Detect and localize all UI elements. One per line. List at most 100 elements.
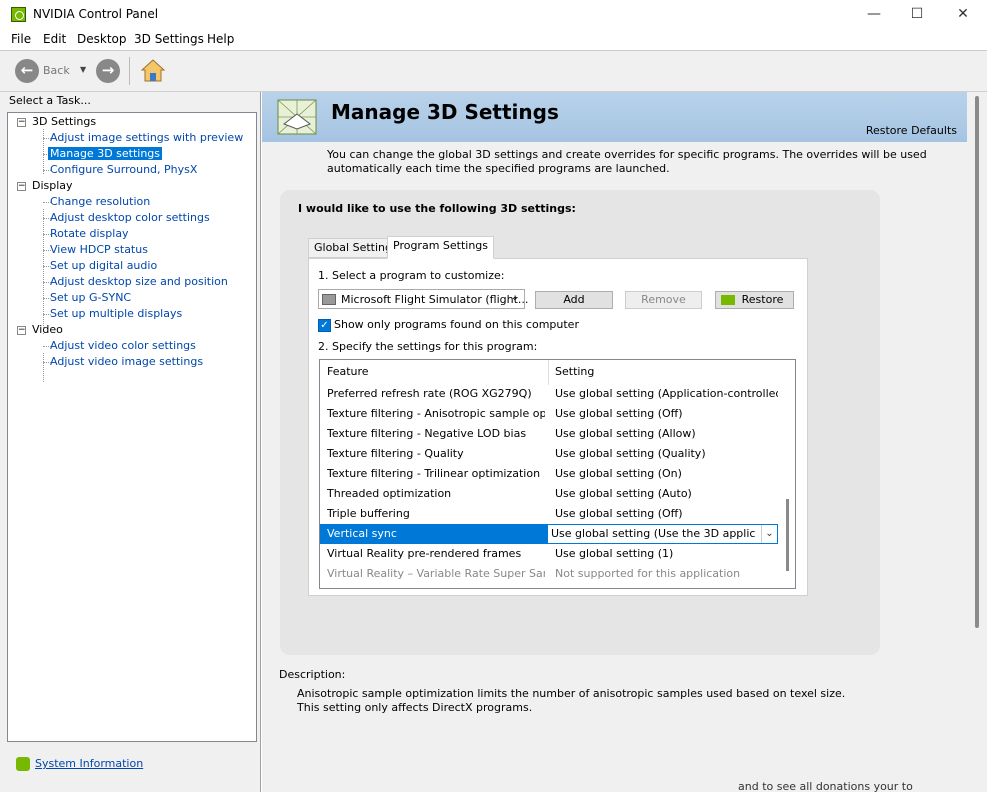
task-tree: − 3D Settings Adjust image settings with…	[7, 112, 257, 742]
setting-cell[interactable]: Use global setting (1)	[555, 547, 673, 560]
column-header-setting[interactable]: Setting	[555, 365, 594, 378]
restore-defaults-link[interactable]: Restore Defaults	[866, 124, 957, 137]
menu-edit[interactable]: Edit	[43, 32, 66, 46]
minimize-button[interactable]: —	[851, 0, 897, 29]
tree-node-video[interactable]: Video	[32, 323, 63, 336]
specify-settings-label: 2. Specify the settings for this program…	[318, 340, 538, 353]
back-arrow-icon[interactable]: ←	[15, 59, 39, 83]
select-program-label: 1. Select a program to customize:	[318, 269, 505, 282]
feature-cell: Preferred refresh rate (ROG XG279Q)	[327, 387, 532, 400]
add-button[interactable]: Add	[535, 291, 613, 309]
tree-node-display[interactable]: Display	[32, 179, 73, 192]
menu-3d-settings[interactable]: 3D Settings	[134, 32, 204, 46]
setting-cell[interactable]: Use global setting (Off)	[555, 507, 683, 520]
description-label: Description:	[279, 668, 346, 681]
menu-file[interactable]: File	[11, 32, 31, 46]
collapse-icon[interactable]: −	[17, 182, 26, 191]
show-only-programs-checkbox[interactable]: ✓	[318, 319, 331, 332]
column-divider	[548, 360, 549, 385]
main-scrollbar[interactable]	[967, 92, 987, 792]
task-adjust-desktop-color[interactable]: Adjust desktop color settings	[50, 211, 210, 224]
scrollbar-thumb[interactable]	[975, 96, 979, 628]
setting-cell[interactable]: Use global setting (Off)	[555, 407, 683, 420]
settings-heading: I would like to use the following 3D set…	[298, 202, 576, 215]
setting-cell[interactable]: Use global setting (Auto)	[555, 487, 692, 500]
collapse-icon[interactable]: −	[17, 118, 26, 127]
home-icon[interactable]	[140, 58, 166, 84]
collapse-icon[interactable]: −	[17, 326, 26, 335]
table-row[interactable]: Virtual Reality pre-rendered frames Use g…	[320, 544, 778, 564]
setting-cell[interactable]: Use global setting (Quality)	[555, 447, 706, 460]
page-title: Manage 3D Settings	[331, 100, 559, 124]
task-set-up-digital-audio[interactable]: Set up digital audio	[50, 259, 157, 272]
nvidia-icon	[721, 295, 735, 305]
table-row[interactable]: Virtual Reality – Variable Rate Super Sa…	[320, 564, 778, 584]
task-adjust-image-settings[interactable]: Adjust image settings with preview	[50, 131, 243, 144]
task-rotate-display[interactable]: Rotate display	[50, 227, 129, 240]
setting-cell[interactable]: Use global setting (On)	[555, 467, 682, 480]
title-bar: NVIDIA Control Panel — ☐ ✕	[0, 0, 987, 29]
vertical-sync-dropdown[interactable]: Use global setting (Use the 3D applicati…	[547, 524, 778, 544]
task-adjust-video-color[interactable]: Adjust video color settings	[50, 339, 196, 352]
task-configure-surround[interactable]: Configure Surround, PhysX	[50, 163, 197, 176]
feature-cell: Threaded optimization	[327, 487, 452, 500]
select-task-label: Select a Task...	[9, 94, 91, 107]
menu-help[interactable]: Help	[207, 32, 234, 46]
tab-program-settings[interactable]: Program Settings	[387, 236, 495, 259]
tree-connector	[43, 209, 44, 334]
table-row[interactable]: Texture filtering - Trilinear optimizati…	[320, 464, 778, 484]
grid-scrollbar[interactable]	[778, 360, 795, 588]
task-adjust-video-image[interactable]: Adjust video image settings	[50, 355, 203, 368]
menu-desktop[interactable]: Desktop	[77, 32, 127, 46]
feature-cell: Texture filtering - Trilinear optimizati…	[327, 467, 541, 480]
back-button-label[interactable]: Back	[43, 64, 70, 77]
feature-cell: Texture filtering - Negative LOD bias	[327, 427, 527, 440]
table-row[interactable]: Preferred refresh rate (ROG XG279Q) Use g…	[320, 384, 787, 404]
table-row[interactable]: Texture filtering - Quality Use global se…	[320, 444, 778, 464]
feature-cell: Texture filtering - Quality	[327, 447, 464, 460]
table-row-selected[interactable]: Vertical sync Use global setting (Use th…	[320, 524, 778, 544]
task-change-resolution[interactable]: Change resolution	[50, 195, 150, 208]
program-icon	[322, 294, 336, 305]
history-dropdown-icon[interactable]: ▼	[80, 65, 86, 74]
page-header: Manage 3D Settings Restore Defaults	[262, 92, 967, 142]
vertical-sync-value: Use global setting (Use the 3D applicati…	[551, 527, 756, 540]
system-information-link[interactable]: System Information	[35, 757, 143, 770]
task-set-up-gsync[interactable]: Set up G-SYNC	[50, 291, 131, 304]
tree-node-3d-settings[interactable]: 3D Settings	[32, 115, 96, 128]
tree-connector	[43, 353, 44, 382]
table-row[interactable]: Triple buffering Use global setting (Off)	[320, 504, 778, 524]
forward-arrow-icon[interactable]: →	[96, 59, 120, 83]
description-text: Anisotropic sample optimization limits t…	[297, 687, 846, 714]
chevron-down-icon: ⌄	[510, 292, 519, 303]
column-header-feature[interactable]: Feature	[327, 365, 545, 378]
settings-grid: Feature Setting Preferred refresh rate (…	[319, 359, 796, 589]
table-row[interactable]: Texture filtering - Negative LOD bias Use…	[320, 424, 778, 444]
feature-cell: Triple buffering	[327, 507, 410, 520]
feature-cell: Virtual Reality – Variable Rate Super Sa…	[327, 567, 545, 580]
table-row[interactable]: Threaded optimization Use global setting …	[320, 484, 778, 504]
settings-panel: I would like to use the following 3D set…	[280, 190, 880, 655]
toolbar-divider	[129, 57, 130, 85]
close-button[interactable]: ✕	[940, 0, 986, 29]
main-content: Manage 3D Settings Restore Defaults You …	[262, 92, 987, 792]
feature-cell: Virtual Reality pre-rendered frames	[327, 547, 522, 560]
task-panel: Select a Task... − 3D Settings Adjust im…	[0, 92, 261, 792]
maximize-button[interactable]: ☐	[894, 0, 940, 29]
table-row[interactable]: Texture filtering - Anisotropic sample o…	[320, 404, 778, 424]
setting-cell: Not supported for this application	[555, 567, 741, 580]
task-adjust-desktop-size[interactable]: Adjust desktop size and position	[50, 275, 228, 288]
selected-program: Microsoft Flight Simulator (flight...	[341, 293, 529, 306]
task-view-hdcp-status[interactable]: View HDCP status	[50, 243, 148, 256]
remove-button[interactable]: Remove	[625, 291, 702, 309]
grid-scrollbar-thumb[interactable]	[786, 499, 789, 571]
setting-cell[interactable]: Use global setting (Application-controll…	[555, 387, 787, 400]
chevron-down-icon[interactable]: ⌄	[761, 525, 777, 543]
restore-button-label: Restore	[741, 293, 784, 306]
setting-cell[interactable]: Use global setting (Allow)	[555, 427, 696, 440]
restore-button[interactable]: Restore	[715, 291, 794, 309]
program-select[interactable]: Microsoft Flight Simulator (flight... ⌄	[318, 289, 529, 309]
task-manage-3d-settings[interactable]: Manage 3D settings	[48, 147, 163, 160]
program-settings-content: 1. Select a program to customize: Micros…	[308, 258, 808, 596]
task-set-up-multiple-displays[interactable]: Set up multiple displays	[50, 307, 182, 320]
